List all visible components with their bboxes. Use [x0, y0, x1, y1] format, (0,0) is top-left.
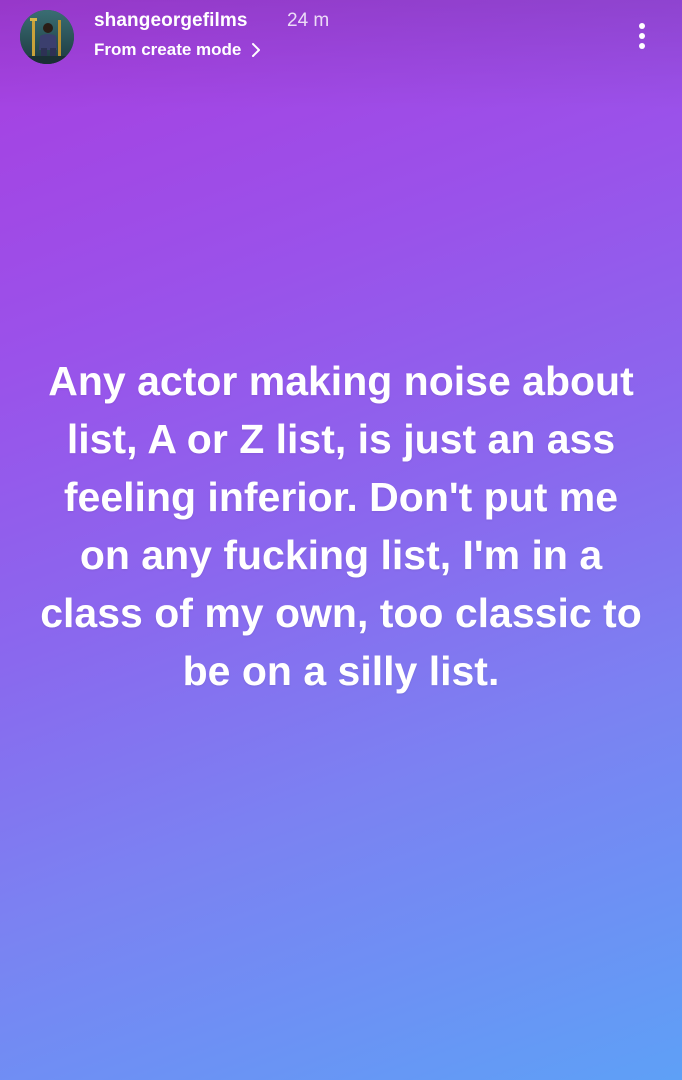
story-timestamp: 24 m — [287, 10, 330, 31]
story-text: Any actor making noise about list, A or … — [40, 358, 642, 694]
username-link[interactable]: shangeorgefilms — [94, 10, 248, 32]
create-mode-label: From create mode — [94, 40, 242, 59]
more-vertical-icon[interactable] — [630, 18, 654, 54]
create-mode-link[interactable]: From create mode — [94, 40, 263, 60]
avatar-image — [20, 10, 74, 64]
story-header: shangeorgefilms 24 m From create mode — [20, 8, 662, 68]
profile-avatar[interactable] — [20, 10, 74, 64]
chevron-right-icon — [249, 42, 263, 58]
story-viewer[interactable]: shangeorgefilms 24 m From create mode An… — [0, 0, 682, 1080]
